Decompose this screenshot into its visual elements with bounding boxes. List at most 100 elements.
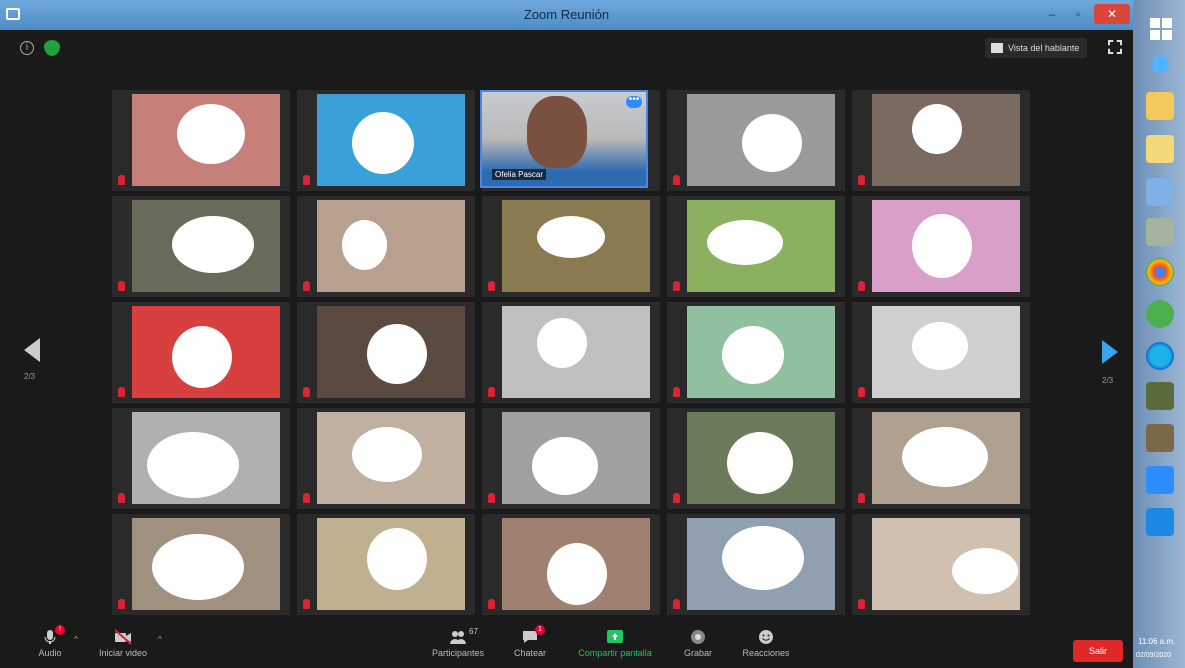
participant-tile[interactable] (852, 408, 1030, 509)
muted-microphone-icon (118, 175, 125, 185)
speaker-face (527, 96, 587, 168)
minimize-button[interactable]: – (1040, 4, 1064, 24)
muted-microphone-icon (303, 599, 310, 609)
prev-page-icon[interactable] (24, 338, 40, 362)
shield-icon[interactable] (44, 40, 60, 56)
muted-microphone-icon (118, 281, 125, 291)
file-explorer-icon[interactable] (1146, 135, 1174, 163)
share-screen-button[interactable]: Compartir pantalla (570, 629, 660, 658)
participant-video (132, 94, 280, 186)
face-blur (352, 427, 422, 482)
participant-video (687, 412, 835, 504)
participant-tile[interactable] (297, 302, 475, 403)
participant-tile[interactable] (297, 196, 475, 297)
title-bar[interactable]: Zoom Reunión – ▫ ✕ (0, 0, 1133, 30)
face-blur (707, 220, 783, 265)
green-app-icon[interactable] (1146, 300, 1174, 328)
participant-video (502, 306, 650, 398)
face-blur (902, 427, 988, 487)
participant-tile[interactable] (297, 514, 475, 615)
audio-button[interactable]: ! Audio (30, 625, 70, 658)
participants-label: Participantes (431, 648, 485, 658)
chrome-icon[interactable] (1146, 258, 1174, 286)
muted-microphone-icon (118, 387, 125, 397)
muted-microphone-icon (303, 281, 310, 291)
reactions-button[interactable]: Reacciones (736, 629, 796, 658)
clock-time[interactable]: 11:06 a.m. (1138, 637, 1175, 646)
participant-video (502, 200, 650, 292)
participant-video (317, 200, 465, 292)
participant-tile[interactable] (852, 302, 1030, 403)
fullscreen-icon[interactable] (1108, 40, 1122, 54)
internet-explorer-icon[interactable] (1146, 50, 1174, 78)
app-icon-2[interactable] (1146, 424, 1174, 452)
participant-tile[interactable] (482, 408, 660, 509)
participant-video (317, 306, 465, 398)
participant-tile[interactable] (667, 408, 845, 509)
edge-icon[interactable] (1146, 342, 1174, 370)
next-page-icon[interactable] (1102, 340, 1118, 364)
contacts-app-icon[interactable] (1146, 92, 1174, 120)
muted-microphone-icon (673, 493, 680, 503)
participant-tile[interactable] (667, 302, 845, 403)
participant-tile[interactable]: ••• Ofelia Pascar (480, 90, 660, 191)
muted-microphone-icon (488, 387, 495, 397)
zoom-taskbar-icon[interactable] (1146, 466, 1174, 494)
muted-microphone-icon (303, 175, 310, 185)
participant-tile[interactable] (852, 514, 1030, 615)
maximize-button[interactable]: ▫ (1066, 4, 1090, 24)
participant-video (132, 518, 280, 610)
info-icon[interactable]: i (20, 41, 34, 55)
face-blur (152, 534, 244, 600)
participant-tile[interactable] (482, 514, 660, 615)
zoom-window: Zoom Reunión – ▫ ✕ i Vista del hablante … (0, 0, 1133, 668)
participant-tile[interactable] (112, 90, 290, 191)
participants-button[interactable]: 67 Participantes (426, 627, 490, 658)
muted-microphone-icon (673, 281, 680, 291)
face-blur (342, 220, 387, 270)
participant-video (687, 200, 835, 292)
participant-tile[interactable] (667, 196, 845, 297)
start-button[interactable] (1150, 18, 1172, 40)
more-options-icon[interactable]: ••• (626, 95, 642, 108)
participant-tile[interactable] (482, 196, 660, 297)
chat-button[interactable]: 1 Chatear (508, 625, 552, 658)
participant-tile[interactable] (297, 90, 475, 191)
face-blur (367, 324, 427, 384)
muted-microphone-icon (488, 281, 495, 291)
participant-tile[interactable] (297, 408, 475, 509)
participant-tile[interactable] (112, 302, 290, 403)
video-options-caret-icon[interactable]: ^ (158, 635, 162, 644)
participant-video (687, 518, 835, 610)
mail-icon[interactable] (1146, 508, 1174, 536)
clock-date[interactable]: 02/09/2020 (1136, 652, 1171, 659)
participant-tile[interactable] (667, 514, 845, 615)
participant-video (872, 200, 1020, 292)
participant-tile[interactable] (852, 196, 1030, 297)
record-button[interactable]: Grabar (678, 629, 718, 658)
leave-button[interactable]: Salir (1073, 640, 1123, 662)
close-button[interactable]: ✕ (1094, 4, 1130, 24)
start-video-button[interactable]: Iniciar video (98, 629, 148, 658)
muted-microphone-icon (118, 493, 125, 503)
muted-microphone-icon (858, 175, 865, 185)
participant-tile[interactable] (852, 90, 1030, 191)
app-icon-1[interactable] (1146, 382, 1174, 410)
audio-options-caret-icon[interactable]: ^ (74, 635, 78, 644)
face-blur (912, 104, 962, 154)
face-blur (537, 216, 605, 258)
participant-tile[interactable] (482, 302, 660, 403)
participant-tile[interactable] (112, 408, 290, 509)
muted-microphone-icon (118, 599, 125, 609)
participant-video (132, 412, 280, 504)
participant-tile[interactable] (667, 90, 845, 191)
muted-microphone-icon (673, 387, 680, 397)
face-blur (722, 326, 784, 384)
paint-app-icon[interactable] (1146, 218, 1174, 246)
participant-tile[interactable] (112, 514, 290, 615)
muted-microphone-icon (858, 387, 865, 397)
participant-tile[interactable] (112, 196, 290, 297)
speaker-view-button[interactable]: Vista del hablante (985, 38, 1088, 58)
share-screen-icon (606, 629, 624, 645)
document-app-icon[interactable] (1146, 178, 1174, 206)
